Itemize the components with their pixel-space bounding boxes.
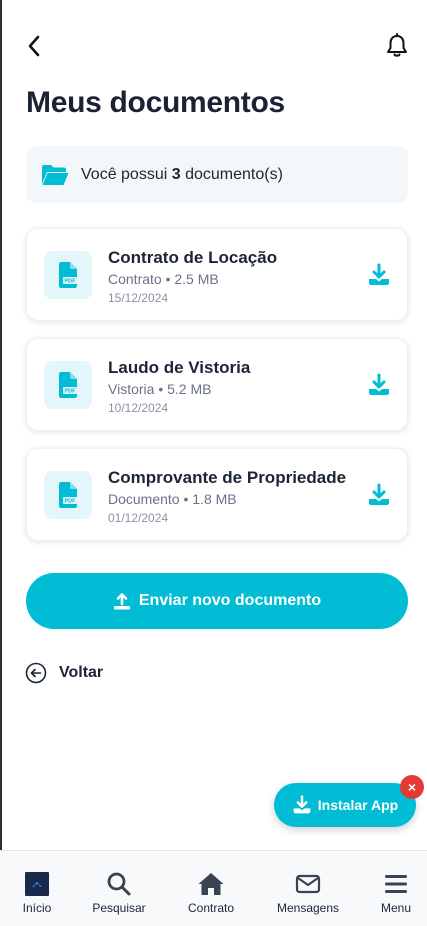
summary-prefix: Você possui — [81, 165, 172, 183]
back-link-label: Voltar — [59, 664, 104, 681]
install-app-button[interactable]: Instalar App — [274, 783, 416, 827]
document-name: Contrato de Locação — [108, 248, 278, 267]
search-icon — [106, 869, 132, 899]
document-card[interactable]: PDF Contrato de Locação Contrato • 2.5 M… — [26, 228, 408, 321]
download-icon — [293, 795, 311, 814]
document-date: 15/12/2024 — [108, 291, 169, 305]
nav-label: Início — [22, 901, 52, 915]
svg-text:PDF: PDF — [65, 279, 77, 285]
chevron-left-icon — [28, 35, 40, 57]
documents-summary: Você possui 3 documento(s) — [26, 146, 408, 203]
document-name: Laudo de Vistoria — [108, 358, 251, 377]
document-count: 3 — [171, 165, 181, 183]
close-install-button[interactable]: × — [400, 775, 424, 799]
nav-label: Contrato — [187, 901, 235, 915]
pdf-file-icon: PDF — [44, 251, 92, 299]
download-icon[interactable] — [367, 373, 391, 397]
mail-icon — [295, 869, 321, 899]
pdf-file-icon: PDF — [44, 361, 92, 409]
back-link[interactable]: Voltar — [25, 662, 103, 684]
nav-label: Mensagens — [276, 901, 340, 915]
download-icon[interactable] — [367, 263, 391, 287]
back-arrow-button[interactable] — [20, 32, 48, 60]
nav-label: Pesquisar — [92, 901, 146, 915]
svg-text:PDF: PDF — [65, 499, 77, 505]
document-meta: Contrato • 2.5 MB — [108, 271, 219, 287]
document-date: 01/12/2024 — [108, 511, 169, 525]
upload-document-button[interactable]: Enviar novo documento — [26, 573, 408, 629]
document-date: 10/12/2024 — [108, 401, 169, 415]
folder-open-icon — [42, 164, 69, 185]
nav-label: Menu — [380, 901, 412, 915]
document-card[interactable]: PDF Laudo de Vistoria Vistoria • 5.2 MB … — [26, 338, 408, 431]
download-icon[interactable] — [367, 483, 391, 507]
nav-item-pesquisar[interactable]: Pesquisar — [84, 851, 154, 926]
nav-item-inicio[interactable]: Início — [14, 851, 60, 926]
svg-text:PDF: PDF — [65, 389, 77, 395]
upload-icon — [113, 593, 130, 610]
nav-item-contrato[interactable]: Contrato — [180, 851, 242, 926]
upload-button-label: Enviar novo documento — [138, 592, 322, 609]
summary-text: Você possui 3 documento(s) — [81, 166, 283, 184]
page-title: Meus documentos — [26, 86, 285, 119]
document-name: Comprovante de Propriedade — [108, 468, 347, 487]
document-meta: Vistoria • 5.2 MB — [108, 381, 212, 397]
nav-item-menu[interactable]: Menu — [374, 851, 418, 926]
top-bar — [0, 0, 427, 90]
home-logo-icon — [25, 869, 49, 899]
bottom-navigation: Início Pesquisar Contrato Mensagens Menu — [0, 850, 427, 926]
menu-icon — [384, 869, 408, 899]
bell-icon — [387, 33, 407, 57]
pdf-file-icon: PDF — [44, 471, 92, 519]
arrow-left-circle-icon — [25, 662, 47, 684]
nav-item-mensagens[interactable]: Mensagens — [270, 851, 346, 926]
notifications-button[interactable] — [383, 32, 411, 60]
install-app-label: Instalar App — [317, 797, 399, 813]
document-card[interactable]: PDF Comprovante de Propriedade Documento… — [26, 448, 408, 541]
document-meta: Documento • 1.8 MB — [108, 491, 237, 507]
window-edge — [0, 0, 2, 926]
house-icon — [197, 869, 225, 899]
summary-suffix: documento(s) — [180, 165, 283, 183]
